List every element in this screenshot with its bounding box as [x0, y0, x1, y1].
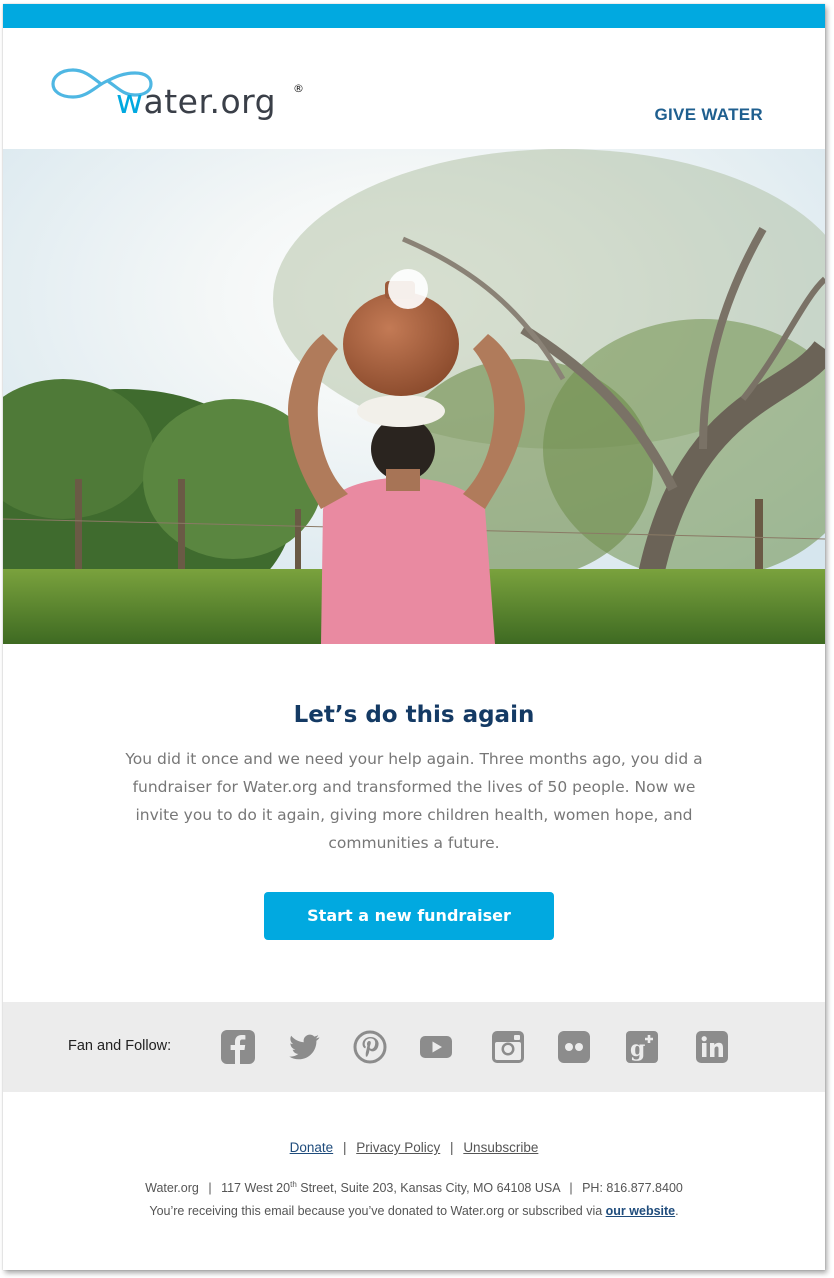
main-content: Let’s do this again You did it once and … — [3, 644, 825, 1004]
logo-wordmark: water.org — [116, 82, 277, 121]
registered-mark: ® — [293, 82, 304, 95]
footer-links: Donate | Privacy Policy | Unsubscribe — [3, 1140, 825, 1155]
subscription-reason: You’re receiving this email because you’… — [149, 1204, 679, 1218]
email-footer: Donate | Privacy Policy | Unsubscribe Wa… — [3, 1092, 825, 1270]
email-frame: water.org ® GIVE WATER Let’s do this aga… — [3, 4, 825, 1270]
link-separator: | — [450, 1140, 454, 1155]
privacy-policy-link[interactable]: Privacy Policy — [356, 1140, 440, 1155]
social-bar: Fan and Follow: g — [3, 1002, 825, 1092]
org-name: Water.org — [145, 1181, 199, 1196]
our-website-link[interactable]: our website — [606, 1204, 675, 1218]
donate-link[interactable]: Donate — [290, 1140, 334, 1155]
start-fundraiser-button[interactable]: Start a new fundraiser — [264, 892, 554, 940]
svg-text:g: g — [630, 1036, 645, 1062]
facebook-icon[interactable] — [221, 1030, 255, 1064]
link-separator: | — [342, 1140, 347, 1155]
instagram-icon[interactable] — [491, 1030, 525, 1064]
youtube-icon[interactable] — [419, 1030, 453, 1064]
address-separator: | — [569, 1181, 573, 1196]
fan-and-follow-label: Fan and Follow: — [68, 1038, 172, 1054]
email-header: water.org ® GIVE WATER — [3, 28, 825, 149]
water-org-logo[interactable]: water.org ® — [51, 60, 321, 140]
footer-address: Water.org | 117 West 20th Street, Suite … — [3, 1180, 825, 1195]
unsubscribe-link[interactable]: Unsubscribe — [463, 1140, 538, 1155]
phone-number: PH: 816.877.8400 — [582, 1181, 683, 1196]
linkedin-icon[interactable] — [695, 1030, 729, 1064]
flickr-icon[interactable] — [557, 1030, 591, 1064]
google-plus-icon[interactable]: g — [625, 1030, 659, 1064]
hero-photo — [3, 149, 825, 644]
top-accent-bar — [3, 4, 825, 28]
headline: Let’s do this again — [293, 702, 535, 728]
address-separator: | — [208, 1181, 212, 1196]
street-address: 117 West 20th Street, Suite 203, Kansas … — [221, 1180, 560, 1196]
give-water-link[interactable]: GIVE WATER — [655, 105, 763, 125]
body-paragraph: You did it once and we need your help ag… — [125, 750, 703, 852]
hero-image — [3, 149, 825, 644]
twitter-icon[interactable] — [287, 1030, 321, 1064]
pinterest-icon[interactable] — [353, 1030, 387, 1064]
